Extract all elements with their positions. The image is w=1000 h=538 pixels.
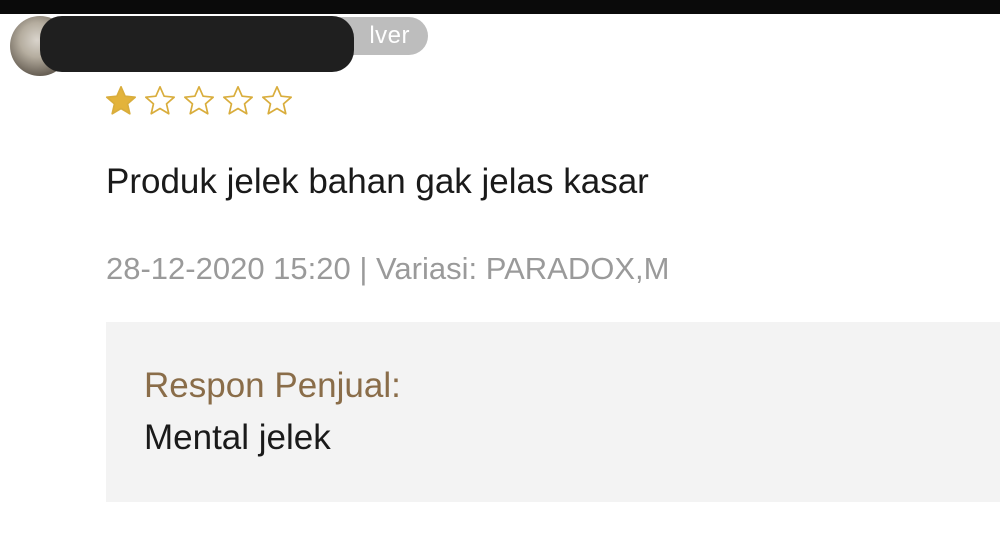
reviewer-username-redacted	[40, 16, 354, 72]
star-empty-icon	[261, 85, 293, 115]
seller-response-label: Respon Penjual:	[144, 366, 401, 405]
star-empty-icon	[183, 85, 215, 115]
star-filled-icon	[105, 85, 137, 115]
seller-response-box: Respon Penjual: Mental jelek	[106, 322, 1000, 502]
seller-response-text: Mental jelek	[144, 418, 331, 457]
star-rating	[104, 84, 294, 118]
star-empty-icon	[222, 85, 254, 115]
review-text: Produk jelek bahan gak jelas kasar	[106, 162, 649, 201]
top-edge-bar	[0, 0, 1000, 14]
review-meta: 28-12-2020 15:20 | Variasi: PARADOX,M	[106, 251, 670, 286]
star-empty-icon	[144, 85, 176, 115]
